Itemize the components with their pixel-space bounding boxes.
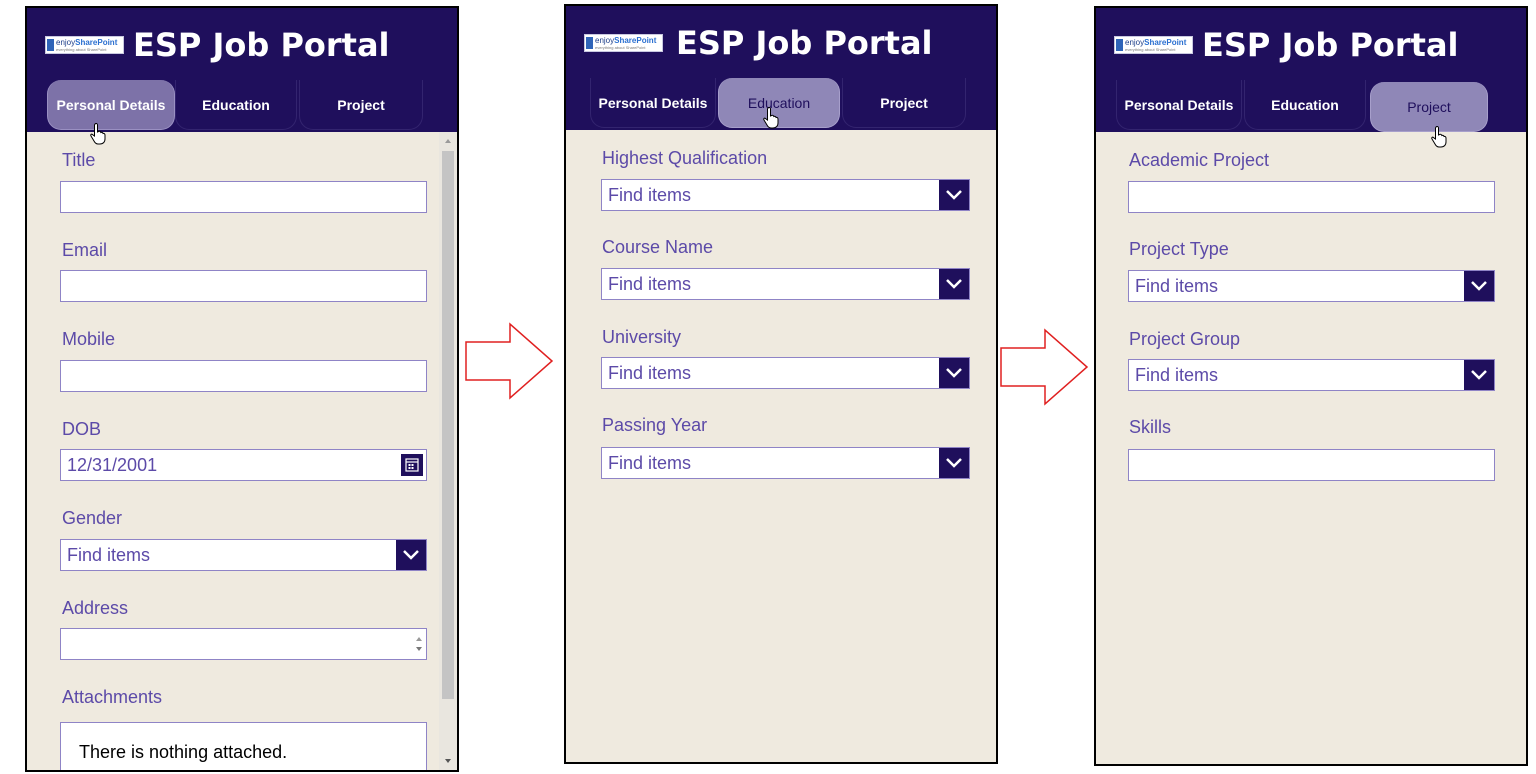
dob-value: 12/31/2001 (67, 455, 158, 475)
chevron-down-icon[interactable] (939, 358, 969, 388)
course-name-label: Course Name (602, 237, 714, 257)
highest-qualification-label: Highest Qualification (602, 148, 768, 168)
chevron-down-icon[interactable] (1464, 271, 1494, 301)
tab-education[interactable]: Education (1244, 80, 1366, 130)
university-label: University (602, 327, 682, 347)
hand-cursor-icon (1431, 126, 1447, 148)
hand-cursor-icon (90, 123, 106, 145)
enjoysharepoint-logo: enjoySharePoint everything about SharePo… (45, 36, 124, 54)
tab-project[interactable]: Project (1370, 82, 1488, 132)
app-header: enjoySharePoint everything about SharePo… (1096, 8, 1526, 132)
skills-label: Skills (1129, 417, 1172, 437)
attachments-empty-text: There is nothing attached. (79, 742, 288, 762)
app-title: ESP Job Portal (1202, 26, 1459, 64)
app-title: ESP Job Portal (133, 26, 390, 64)
academic-project-label: Academic Project (1129, 150, 1270, 170)
title-input[interactable] (60, 181, 427, 213)
gender-dropdown[interactable]: Find items (60, 539, 427, 571)
project-group-placeholder: Find items (1135, 365, 1219, 385)
project-group-dropdown[interactable]: Find items (1128, 359, 1495, 391)
tab-project[interactable]: Project (842, 78, 966, 128)
education-screen: enjoySharePoint everything about SharePo… (564, 4, 998, 764)
attachments-control[interactable]: There is nothing attached. (60, 722, 427, 770)
mobile-input[interactable] (60, 360, 427, 392)
chevron-down-icon[interactable] (939, 180, 969, 210)
right-arrow-icon (465, 322, 554, 400)
course-name-placeholder: Find items (608, 274, 692, 294)
enjoysharepoint-logo: enjoySharePoint everything about SharePo… (1114, 36, 1193, 54)
right-arrow-icon (1000, 328, 1089, 406)
academic-project-input[interactable] (1128, 181, 1495, 213)
tab-personal-details[interactable]: Personal Details (590, 78, 716, 128)
scrollbar-thumb[interactable] (442, 151, 454, 699)
app-header: enjoySharePoint everything about SharePo… (27, 8, 457, 132)
personal-details-screen: enjoySharePoint everything about SharePo… (25, 6, 459, 772)
passing-year-placeholder: Find items (608, 453, 692, 473)
tab-personal-details[interactable]: Personal Details (1116, 80, 1242, 130)
project-group-label: Project Group (1129, 329, 1241, 349)
skills-input[interactable] (1128, 449, 1495, 481)
project-type-dropdown[interactable]: Find items (1128, 270, 1495, 302)
enjoysharepoint-logo: enjoySharePoint everything about SharePo… (584, 34, 663, 52)
chevron-down-icon[interactable] (396, 540, 426, 570)
highest-qualification-dropdown[interactable]: Find items (601, 179, 970, 211)
passing-year-label: Passing Year (602, 415, 708, 435)
project-type-label: Project Type (1129, 239, 1229, 259)
dob-label: DOB (62, 419, 102, 439)
gender-label: Gender (62, 508, 123, 528)
dob-date-picker[interactable]: 12/31/2001 (60, 449, 427, 481)
chevron-down-icon[interactable] (1464, 360, 1494, 390)
gender-placeholder: Find items (67, 545, 151, 565)
address-label: Address (62, 598, 129, 618)
tab-project[interactable]: Project (299, 80, 423, 130)
passing-year-dropdown[interactable]: Find items (601, 447, 970, 479)
tab-education[interactable]: Education (175, 80, 297, 130)
university-placeholder: Find items (608, 363, 692, 383)
university-dropdown[interactable]: Find items (601, 357, 970, 389)
course-name-dropdown[interactable]: Find items (601, 268, 970, 300)
project-type-placeholder: Find items (1135, 276, 1219, 296)
hand-cursor-icon (763, 107, 779, 129)
project-screen: enjoySharePoint everything about SharePo… (1094, 6, 1528, 766)
address-spinner-icon[interactable] (413, 630, 425, 658)
scroll-up-arrow-icon[interactable] (443, 136, 453, 146)
attachments-label: Attachments (62, 687, 163, 707)
chevron-down-icon[interactable] (939, 448, 969, 478)
scroll-down-arrow-icon[interactable] (443, 756, 453, 766)
form-scrollbar[interactable] (439, 132, 457, 770)
mobile-label: Mobile (62, 329, 116, 349)
address-input[interactable] (60, 628, 427, 660)
highest-qualification-placeholder: Find items (608, 185, 692, 205)
chevron-down-icon[interactable] (939, 269, 969, 299)
tab-personal-details[interactable]: Personal Details (47, 80, 175, 130)
calendar-icon[interactable] (401, 454, 423, 476)
email-label: Email (62, 240, 108, 260)
app-title: ESP Job Portal (676, 24, 933, 62)
title-label: Title (62, 150, 96, 170)
email-input[interactable] (60, 270, 427, 302)
